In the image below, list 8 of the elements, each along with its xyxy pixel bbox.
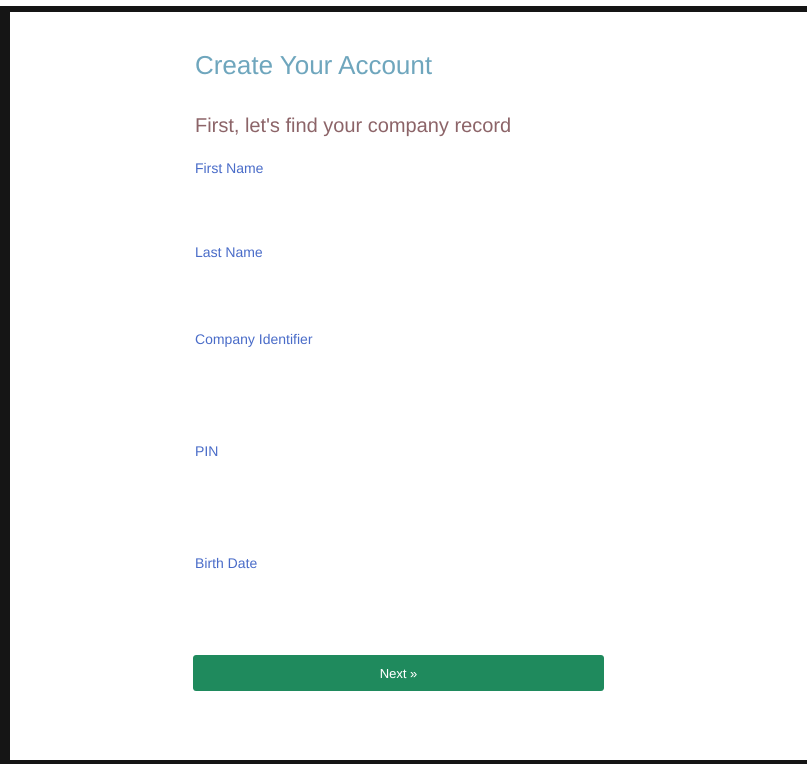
- page-subtitle: First, let's find your company record: [195, 115, 512, 138]
- field-label: Company Identifier: [195, 331, 313, 347]
- field-label: PIN: [195, 443, 218, 459]
- next-button[interactable]: Next »: [193, 655, 604, 691]
- page-title: Create Your Account: [195, 50, 432, 81]
- field-label: Birth Date: [195, 555, 258, 571]
- field-label: First Name: [195, 160, 264, 176]
- field-label: Last Name: [195, 244, 263, 260]
